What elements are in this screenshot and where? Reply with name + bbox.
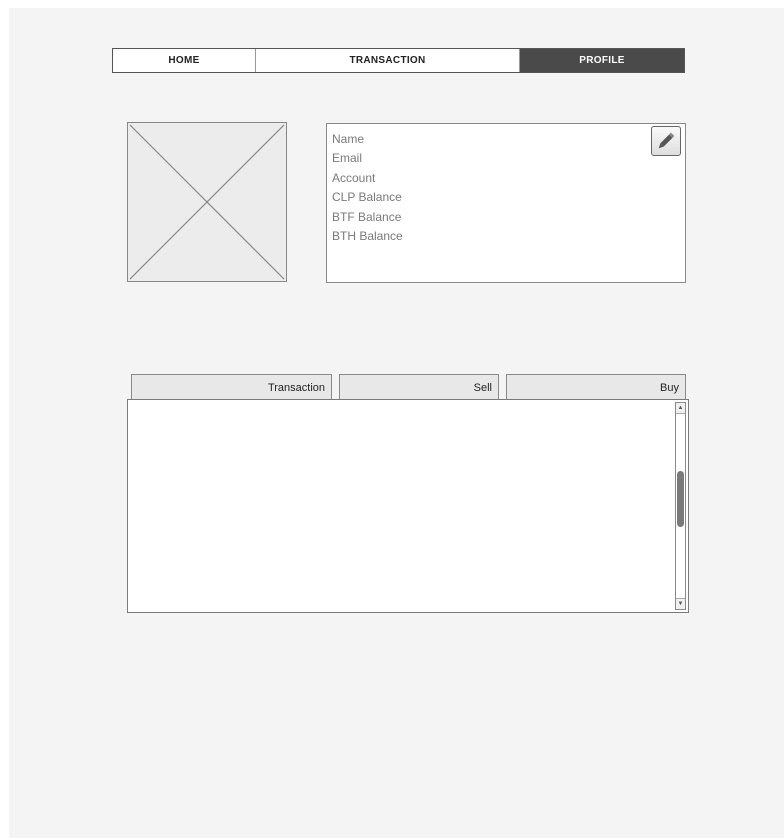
vertical-scrollbar[interactable]: ▲ ▼ [675,402,686,610]
tab-transaction[interactable]: Transaction [131,374,332,400]
avatar [127,122,287,282]
pencil-icon [658,132,675,149]
nav-home[interactable]: HOME [113,49,256,72]
profile-field-list: Name Email Account CLP Balance BTF Balan… [332,130,403,246]
scroll-up-icon[interactable]: ▲ [676,403,685,414]
field-btf-balance: BTF Balance [332,209,402,224]
field-name: Name [332,132,365,146]
field-email: Email [332,151,363,166]
nav-transaction[interactable]: TRANSACTION [256,49,520,72]
scroll-down-icon[interactable]: ▼ [676,598,685,609]
field-bth-balance: BTH Balance [332,229,403,244]
field-account: Account [332,170,376,185]
tab-sell[interactable]: Sell [339,374,499,400]
field-clp-balance: CLP Balance [332,190,402,205]
image-placeholder-icon [129,124,285,280]
profile-info-panel: Name Email Account CLP Balance BTF Balan… [326,123,686,283]
tab-buy[interactable]: Buy [506,374,686,400]
nav-profile[interactable]: PROFILE [520,49,684,72]
edit-profile-button[interactable] [651,126,681,156]
top-nav: HOME TRANSACTION PROFILE [112,48,685,73]
scroll-thumb[interactable] [677,471,684,527]
tab-content-panel: ▲ ▼ [127,399,689,613]
